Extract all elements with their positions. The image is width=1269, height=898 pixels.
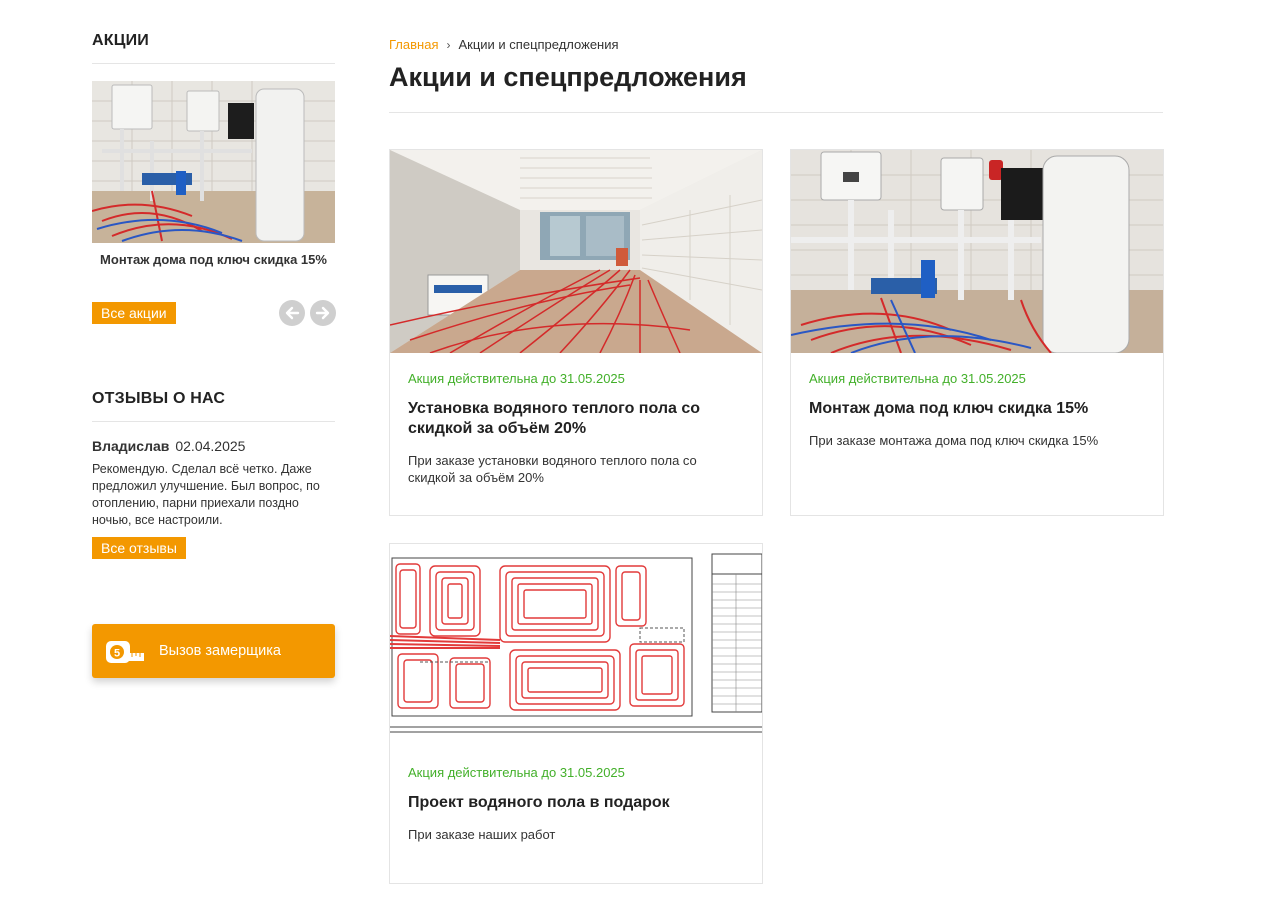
promo-card-validity: Акция действительна до 31.05.2025 <box>809 371 1026 386</box>
reviews-heading: ОТЗЫВЫ О НАС <box>92 390 226 407</box>
promo-card-description: При заказе наших работ <box>408 827 556 842</box>
promo-card[interactable]: Акция действительна до 31.05.2025 Монтаж… <box>790 149 1164 516</box>
arrow-right-icon <box>315 306 330 320</box>
promo-slide-image[interactable] <box>92 81 335 243</box>
breadcrumb-separator-icon: › <box>446 38 451 52</box>
measuring-tape-icon: 5 <box>106 641 144 663</box>
svg-text:5: 5 <box>114 648 120 660</box>
promo-card[interactable]: Акция действительна до 31.05.2025 Проект… <box>389 543 763 884</box>
review-date: 02.04.2025 <box>175 438 246 454</box>
review-author: Владислав <box>92 438 170 454</box>
promo-card[interactable]: Акция действительна до 31.05.2025 Устано… <box>389 149 763 516</box>
promo-card-title[interactable]: Установка водяного теплого пола со скидк… <box>408 399 744 439</box>
all-promos-button[interactable]: Все акции <box>92 302 176 324</box>
promo-card-description: При заказе установки водяного теплого по… <box>408 453 697 485</box>
breadcrumb-home-link[interactable]: Главная <box>389 37 438 52</box>
promo-card-validity: Акция действительна до 31.05.2025 <box>408 371 625 386</box>
call-measurer-button[interactable]: 5 Вызов замерщика <box>92 624 335 678</box>
promo-card-body: Акция действительна до 31.05.2025 Устано… <box>408 371 744 486</box>
review-text: Рекомендую. Сделал всё четко. Даже предл… <box>92 462 320 527</box>
promo-card-validity: Акция действительна до 31.05.2025 <box>408 765 625 780</box>
page-title: Акции и спецпредложения <box>389 62 747 92</box>
promo-card-image <box>791 150 1163 353</box>
promo-card-description: При заказе монтажа дома под ключ скидка … <box>809 433 1099 448</box>
promo-card-title[interactable]: Проект водяного пола в подарок <box>408 793 744 813</box>
promo-slide-caption[interactable]: Монтаж дома под ключ скидка 15% <box>92 252 335 267</box>
review-meta: Владислав 02.04.2025 <box>92 438 245 454</box>
breadcrumb-current: Акции и спецпредложения <box>458 37 619 52</box>
arrow-left-icon <box>285 306 300 320</box>
promos-divider <box>92 63 335 64</box>
promos-section-header: АКЦИИ <box>92 32 335 64</box>
breadcrumb: Главная › Акции и спецпредложения <box>389 37 619 52</box>
promo-card-image <box>390 150 762 353</box>
promo-card-body: Акция действительна до 31.05.2025 Монтаж… <box>809 371 1145 449</box>
promo-card-image <box>390 544 762 734</box>
reviews-section-header: ОТЗЫВЫ О НАС <box>92 390 335 422</box>
slider-prev-button[interactable] <box>279 300 305 326</box>
promo-card-title[interactable]: Монтаж дома под ключ скидка 15% <box>809 399 1145 419</box>
call-measurer-label: Вызов замерщика <box>159 643 281 659</box>
title-divider <box>389 112 1163 113</box>
all-reviews-button[interactable]: Все отзывы <box>92 537 186 559</box>
reviews-divider <box>92 421 335 422</box>
slider-next-button[interactable] <box>310 300 336 326</box>
promos-heading: АКЦИИ <box>92 32 150 49</box>
promo-card-body: Акция действительна до 31.05.2025 Проект… <box>408 765 744 843</box>
